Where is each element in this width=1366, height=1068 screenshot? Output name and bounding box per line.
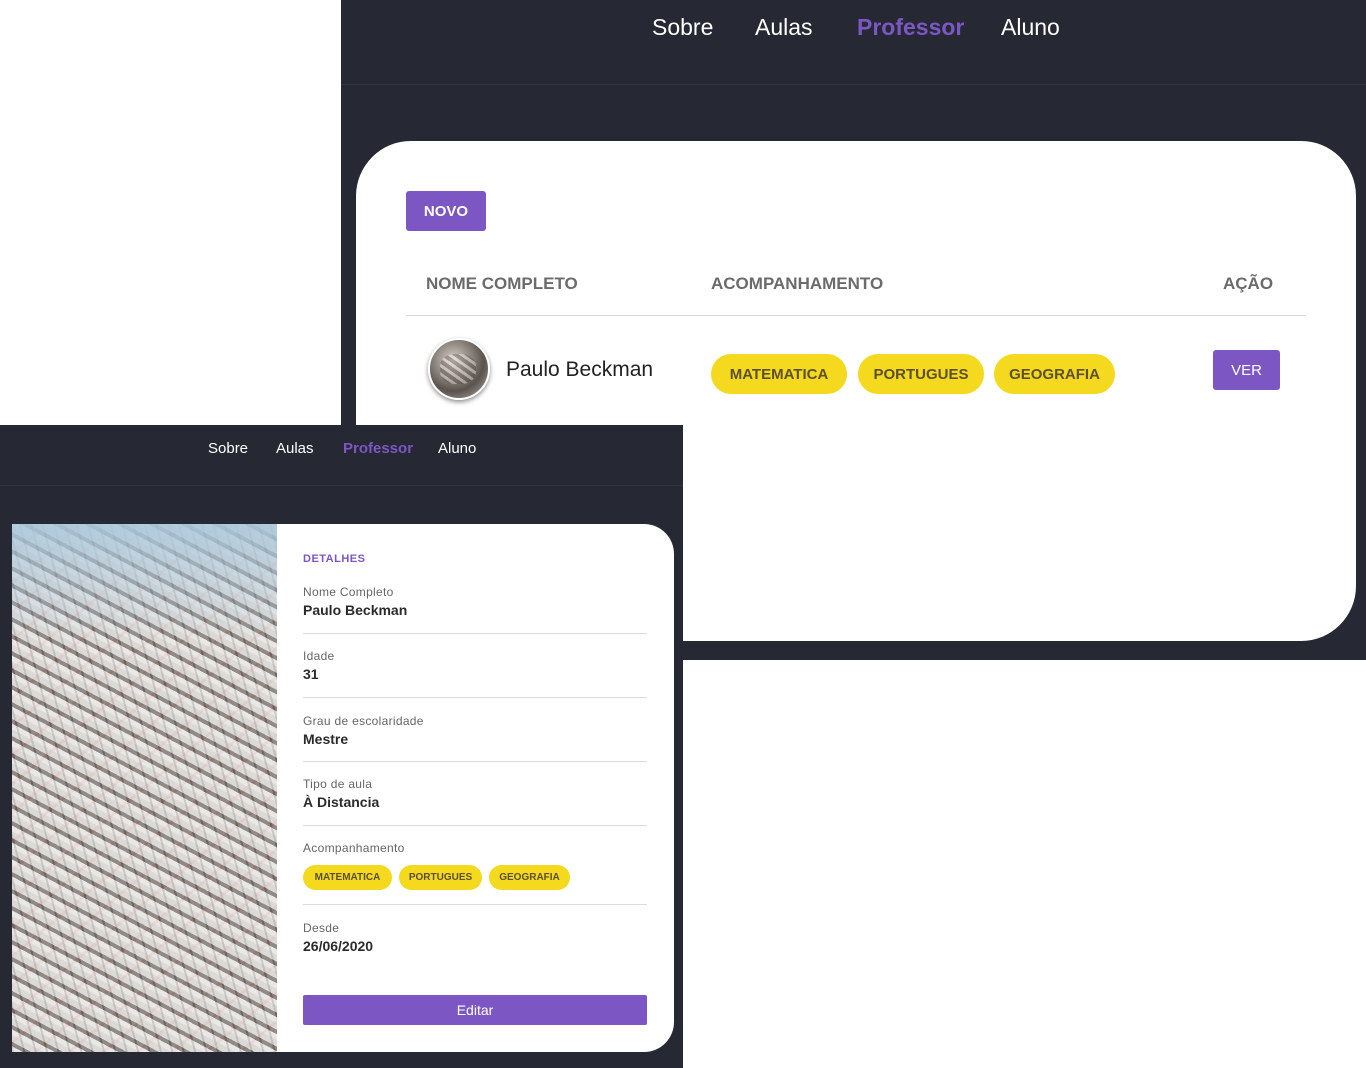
details-section-title: DETALHES: [303, 553, 366, 565]
field-divider: [303, 761, 647, 762]
avatar: [428, 338, 490, 400]
field-value: Paulo Beckman: [303, 602, 408, 618]
field-acompanhamento: Acompanhamento: [303, 841, 647, 855]
top-navbar: Sobre Aulas Professor Aluno: [341, 0, 1366, 85]
field-desde: Desde 26/06/2020: [303, 921, 647, 954]
subject-chip-portugues: PORTUGUES: [858, 354, 984, 394]
field-label: Tipo de aula: [303, 777, 373, 791]
field-label: Acompanhamento: [303, 841, 405, 855]
field-divider: [303, 904, 647, 905]
header-acompanhamento: ACOMPANHAMENTO: [711, 274, 884, 293]
subject-chip-matematica: MATEMATICA: [303, 865, 392, 890]
field-value: À Distancia: [303, 794, 380, 810]
professor-detail-card: DETALHES Nome Completo Paulo Beckman Ida…: [12, 524, 674, 1052]
edit-button[interactable]: Editar: [303, 995, 647, 1025]
field-label: Desde: [303, 921, 340, 935]
nav-aulas[interactable]: Aulas: [755, 14, 813, 41]
subject-chip-geografia: GEOGRAFIA: [994, 354, 1115, 394]
subject-chip-portugues: PORTUGUES: [399, 865, 482, 890]
row-professor-name: Paulo Beckman: [506, 358, 654, 381]
subject-chip-matematica: MATEMATICA: [711, 354, 847, 394]
professor-detail-screen: Sobre Aulas Professor Aluno DETALHES Nom…: [0, 425, 683, 1068]
field-tipo-aula: Tipo de aula À Distancia: [303, 777, 647, 810]
field-divider: [303, 697, 647, 698]
nav-sobre[interactable]: Sobre: [208, 440, 248, 457]
subject-chip-geografia: GEOGRAFIA: [489, 865, 570, 890]
top-navbar: Sobre Aulas Professor Aluno: [0, 425, 683, 486]
field-value: 31: [303, 666, 319, 682]
cover-photo: [12, 524, 277, 1052]
nav-professor[interactable]: Professor: [343, 440, 413, 457]
nav-professor[interactable]: Professor: [857, 14, 964, 41]
nav-aluno[interactable]: Aluno: [438, 440, 476, 457]
field-nome-completo: Nome Completo Paulo Beckman: [303, 585, 647, 618]
field-divider: [303, 825, 647, 826]
field-label: Nome Completo: [303, 585, 394, 599]
table-header-divider: [406, 315, 1306, 316]
field-grau-escolaridade: Grau de escolaridade Mestre: [303, 714, 647, 747]
field-divider: [303, 633, 647, 634]
header-acao: AÇÃO: [1223, 274, 1274, 293]
view-professor-button[interactable]: VER: [1213, 350, 1280, 390]
field-idade: Idade 31: [303, 649, 647, 682]
field-value: 26/06/2020: [303, 938, 374, 954]
field-value: Mestre: [303, 731, 349, 747]
field-label: Idade: [303, 649, 335, 663]
header-nome-completo: NOME COMPLETO: [426, 274, 578, 293]
nav-sobre[interactable]: Sobre: [652, 14, 713, 41]
field-label: Grau de escolaridade: [303, 714, 424, 728]
new-professor-button[interactable]: NOVO: [406, 191, 486, 231]
nav-aluno[interactable]: Aluno: [1001, 14, 1060, 41]
nav-aulas[interactable]: Aulas: [276, 440, 314, 457]
